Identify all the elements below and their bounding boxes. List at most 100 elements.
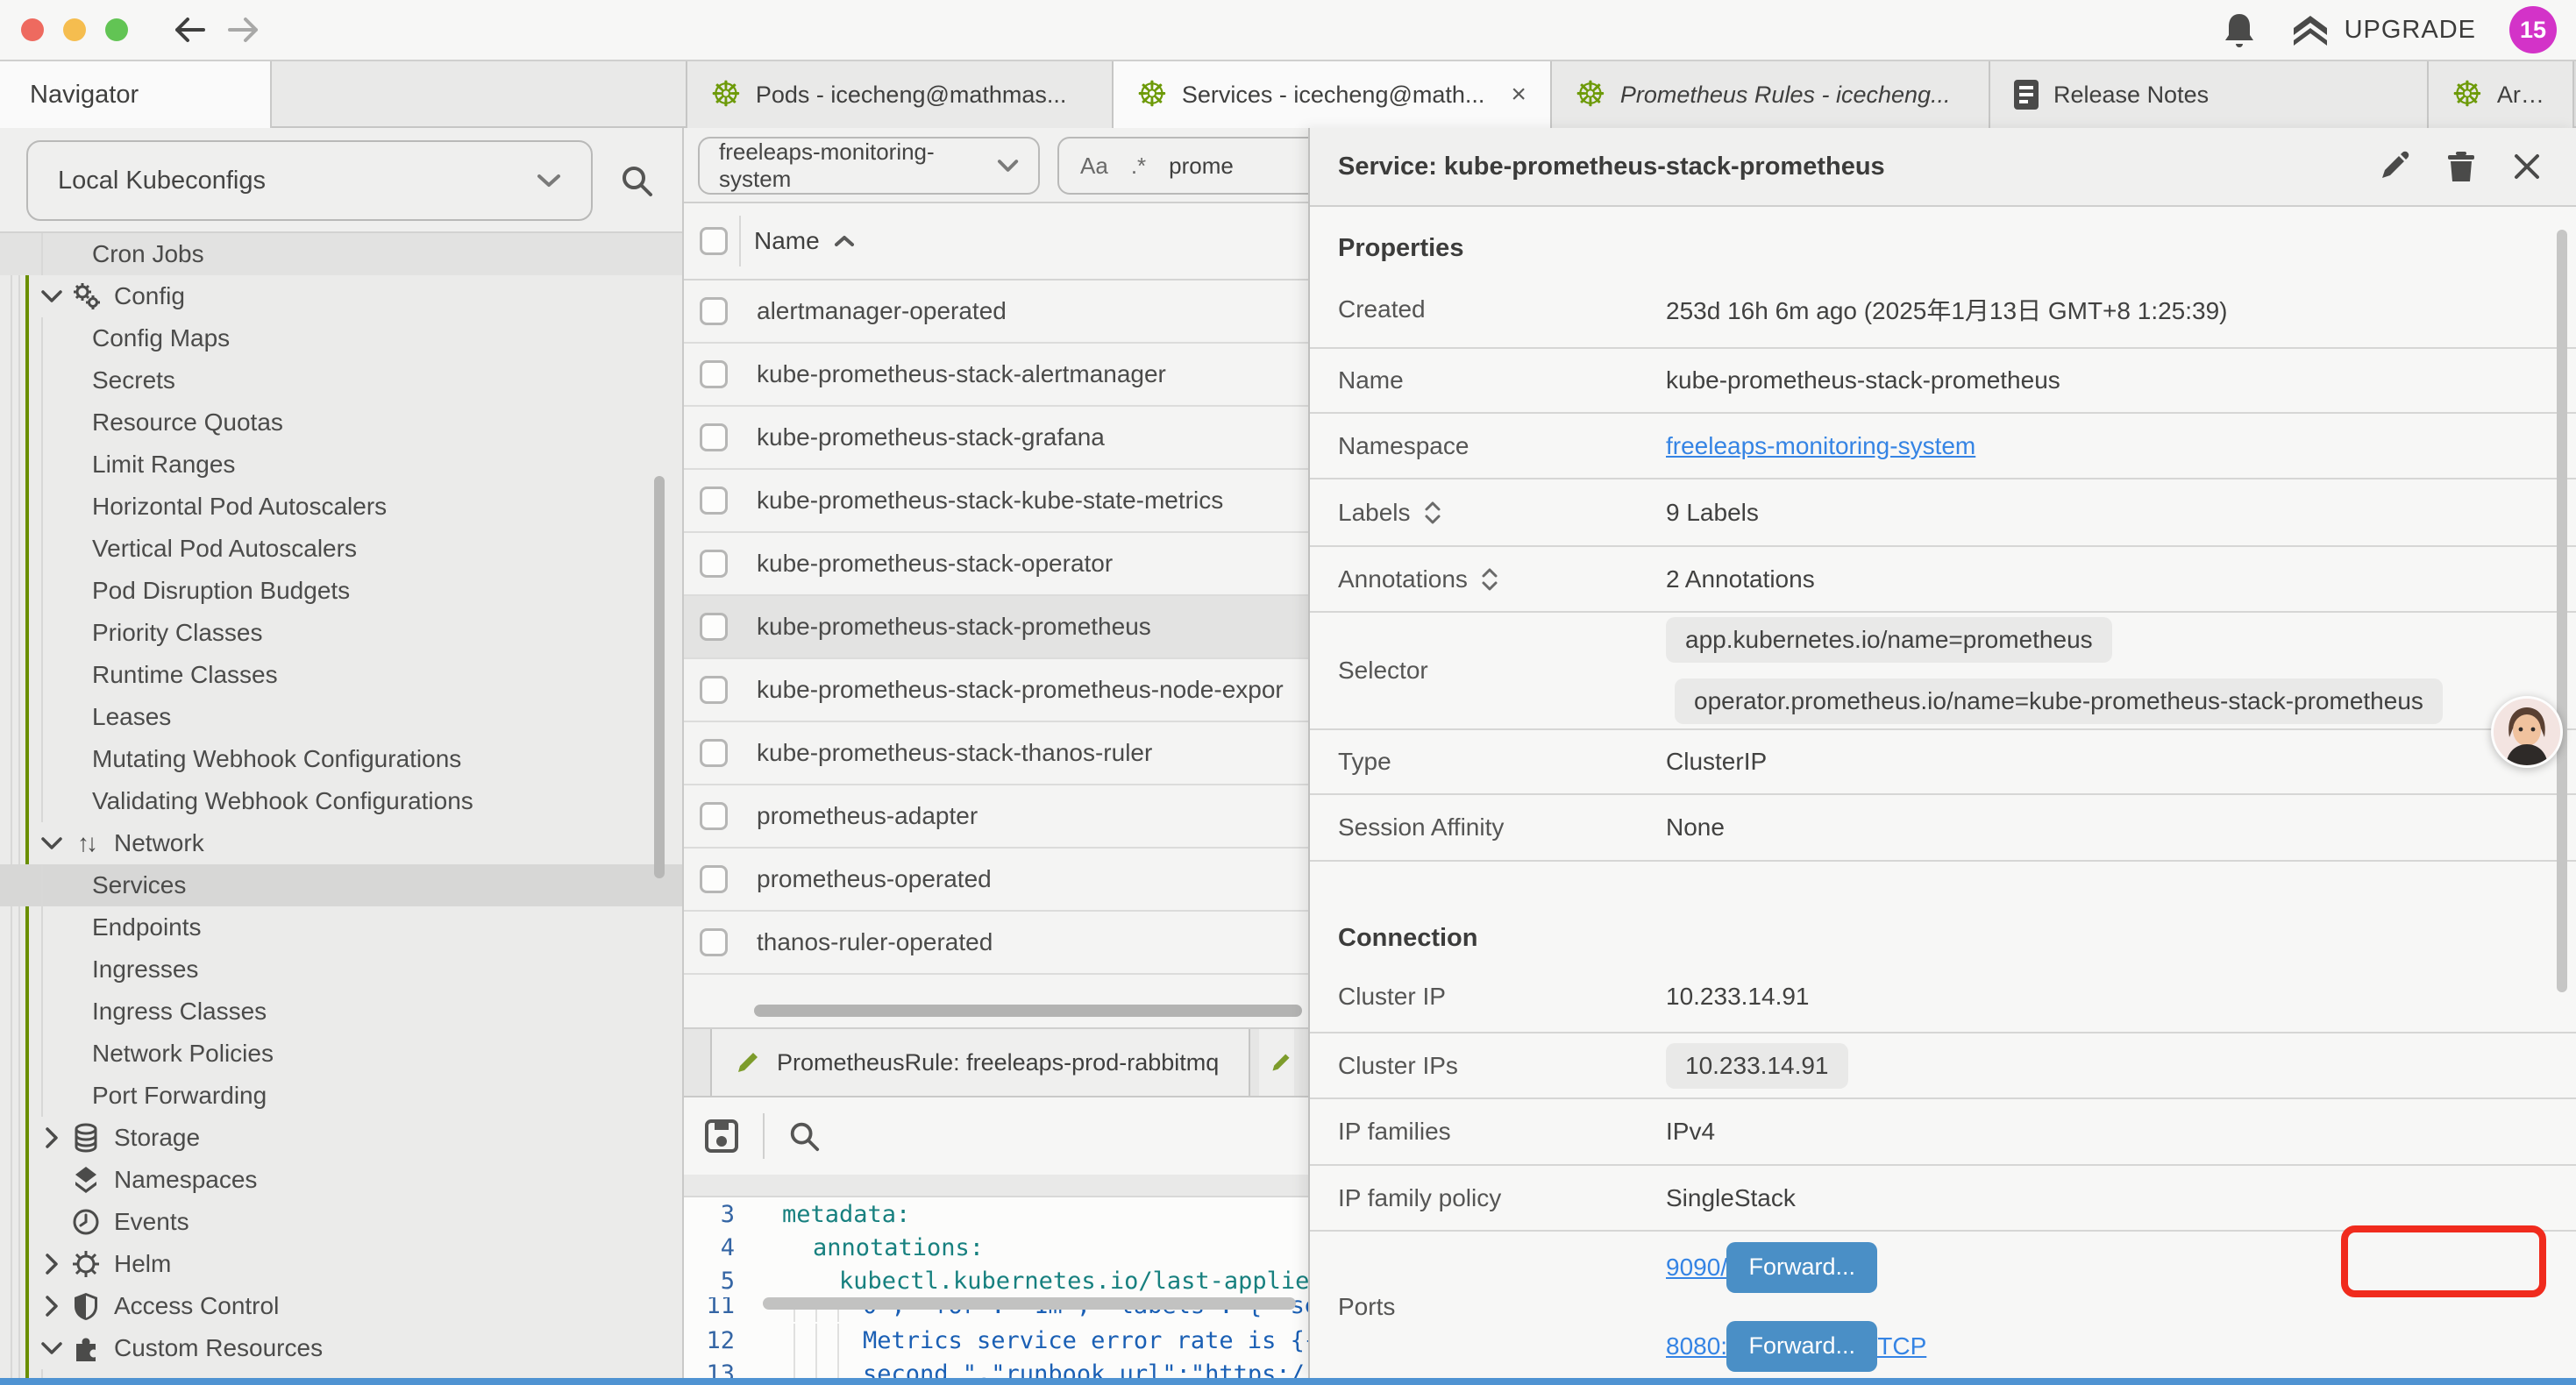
chevron-right-icon[interactable] [37,1126,67,1149]
avatar-face-image [2494,699,2560,765]
navigator-panel-tab[interactable]: Navigator [0,61,272,128]
unfold-icon[interactable] [1423,501,1442,525]
sidebar-item-limit-ranges[interactable]: Limit Ranges [0,444,682,486]
sidebar-item-mutating-webhook-configurations[interactable]: Mutating Webhook Configurations [0,738,682,780]
minimize-window-button[interactable] [63,18,86,41]
detail-row-label: Name [1338,366,1404,394]
sidebar-item-pod-disruption-budgets[interactable]: Pod Disruption Budgets [0,570,682,612]
filter-input[interactable]: Aa .* prome [1057,137,1308,195]
chevron-right-icon[interactable] [37,1253,67,1275]
row-checkbox[interactable] [700,928,728,956]
sidebar-item-config[interactable]: Config [0,275,682,317]
sidebar-item-custom-resources[interactable]: Custom Resources [0,1327,682,1369]
sidebar-item-endpoints[interactable]: Endpoints [0,906,682,948]
sidebar-item-ingress-classes[interactable]: Ingress Classes [0,991,682,1033]
sidebar-item-config-maps[interactable]: Config Maps [0,317,682,359]
table-row[interactable]: kube-prometheus-stack-operator [684,533,1308,596]
sidebar-item-vertical-pod-autoscalers[interactable]: Vertical Pod Autoscalers [0,528,682,570]
table-row[interactable]: kube-prometheus-stack-thanos-ruler [684,722,1308,785]
editor-search-button[interactable] [787,1119,821,1153]
back-button[interactable] [170,12,209,47]
sidebar-item-events[interactable]: Events [0,1201,682,1243]
sidebar-item-network-policies[interactable]: Network Policies [0,1033,682,1075]
sidebar-item-leases[interactable]: Leases [0,696,682,738]
sidebar-item-runtime-classes[interactable]: Runtime Classes [0,654,682,696]
sidebar-item-namespaces[interactable]: Namespaces [0,1159,682,1201]
namespace-link[interactable]: freeleaps-monitoring-system [1666,432,1975,460]
close-tab-icon[interactable]: × [1511,80,1526,110]
section-spacer [1310,862,2576,897]
notifications-bell-icon[interactable] [2222,11,2257,49]
name-column-header[interactable]: Name [754,227,855,255]
sidebar-item-cron-jobs[interactable]: Cron Jobs [0,233,682,275]
detail-scrollbar[interactable] [2557,230,2567,992]
user-avatar[interactable] [2491,696,2563,768]
select-all-checkbox[interactable] [700,227,728,255]
edit-button[interactable] [2378,151,2409,182]
sidebar-item-horizontal-pod-autoscalers[interactable]: Horizontal Pod Autoscalers [0,486,682,528]
row-checkbox[interactable] [700,613,728,641]
table-row[interactable]: prometheus-adapter [684,785,1308,849]
table-row[interactable]: kube-prometheus-stack-grafana [684,407,1308,470]
table-row[interactable]: alertmanager-operated [684,281,1308,344]
upgrade-button[interactable]: UPGRADE [2290,12,2476,47]
chevron-down-icon[interactable] [37,289,67,303]
row-checkbox[interactable] [700,676,728,704]
close-panel-button[interactable] [2513,153,2541,181]
sidebar-item-storage[interactable]: Storage [0,1117,682,1159]
row-checkbox[interactable] [700,487,728,515]
sidebar-item-secrets[interactable]: Secrets [0,359,682,401]
row-checkbox[interactable] [700,297,728,325]
sidebar-item-port-forwarding[interactable]: Port Forwarding [0,1075,682,1117]
row-checkbox[interactable] [700,802,728,830]
tab-2[interactable]: ☸Prometheus Rules - icecheng... [1552,61,1990,128]
table-row[interactable]: kube-prometheus-stack-kube-state-metrics [684,470,1308,533]
sidebar-item-ingresses[interactable]: Ingresses [0,948,682,991]
tab-1[interactable]: ☸Services - icecheng@math...× [1114,61,1552,128]
namespace-dropdown[interactable]: freeleaps-monitoring-system [698,137,1040,195]
save-button[interactable] [703,1118,740,1154]
chevron-down-icon[interactable] [37,1341,67,1355]
row-checkbox[interactable] [700,550,728,578]
tab-3[interactable]: Release Notes [1990,61,2429,128]
regex-toggle[interactable]: .* [1131,153,1146,180]
row-checkbox[interactable] [700,423,728,451]
tab-4[interactable]: ☸Argo Se [2429,61,2574,128]
match-case-toggle[interactable]: Aa [1080,153,1108,180]
chevron-down-icon[interactable] [37,836,67,850]
close-window-button[interactable] [21,18,44,41]
forward-button[interactable] [224,12,263,47]
tab-0[interactable]: ☸Pods - icecheng@mathmas... [687,61,1114,128]
sidebar-item-access-control[interactable]: Access Control [0,1285,682,1327]
sidebar-scrollbar[interactable] [654,476,665,878]
table-row[interactable]: prometheus-operated [684,849,1308,912]
chevron-right-icon[interactable] [37,1295,67,1318]
table-row[interactable]: kube-prometheus-stack-prometheus [684,596,1308,659]
editor-tab-next[interactable] [1259,1029,1294,1096]
row-checkbox[interactable] [700,360,728,388]
sidebar-item-helm[interactable]: Helm [0,1243,682,1285]
sidebar-item-definitions[interactable]: Definitions [0,1369,682,1378]
notification-count-badge[interactable]: 15 [2509,6,2557,53]
table-row[interactable]: kube-prometheus-stack-alertmanager [684,344,1308,407]
forward-button[interactable]: Forward... [1726,1242,1877,1293]
editor-horizontal-scrollbar[interactable] [763,1297,1296,1310]
table-horizontal-scrollbar[interactable] [754,1005,1302,1017]
sidebar-item-validating-webhook-configurations[interactable]: Validating Webhook Configurations [0,780,682,822]
sidebar-item-priority-classes[interactable]: Priority Classes [0,612,682,654]
sidebar-item-network[interactable]: ↑↓Network [0,822,682,864]
table-row[interactable]: kube-prometheus-stack-prometheus-node-ex… [684,659,1308,722]
delete-button[interactable] [2446,150,2476,183]
editor-tab-prometheusrule[interactable]: PrometheusRule: freeleaps-prod-rabbitmq [710,1029,1250,1096]
table-row[interactable]: thanos-ruler-operated [684,912,1308,975]
unfold-icon[interactable] [1480,567,1499,592]
yaml-editor[interactable]: 3metadata:4annotations:5kubectl.kubernet… [684,1197,1308,1378]
row-checkbox[interactable] [700,865,728,893]
forward-button[interactable]: Forward... [1726,1321,1877,1372]
row-checkbox[interactable] [700,739,728,767]
maximize-window-button[interactable] [105,18,128,41]
kubeconfig-dropdown[interactable]: Local Kubeconfigs [26,140,593,221]
sidebar-item-resource-quotas[interactable]: Resource Quotas [0,401,682,444]
sidebar-item-services[interactable]: Services [0,864,682,906]
sidebar-search-button[interactable] [610,154,663,207]
